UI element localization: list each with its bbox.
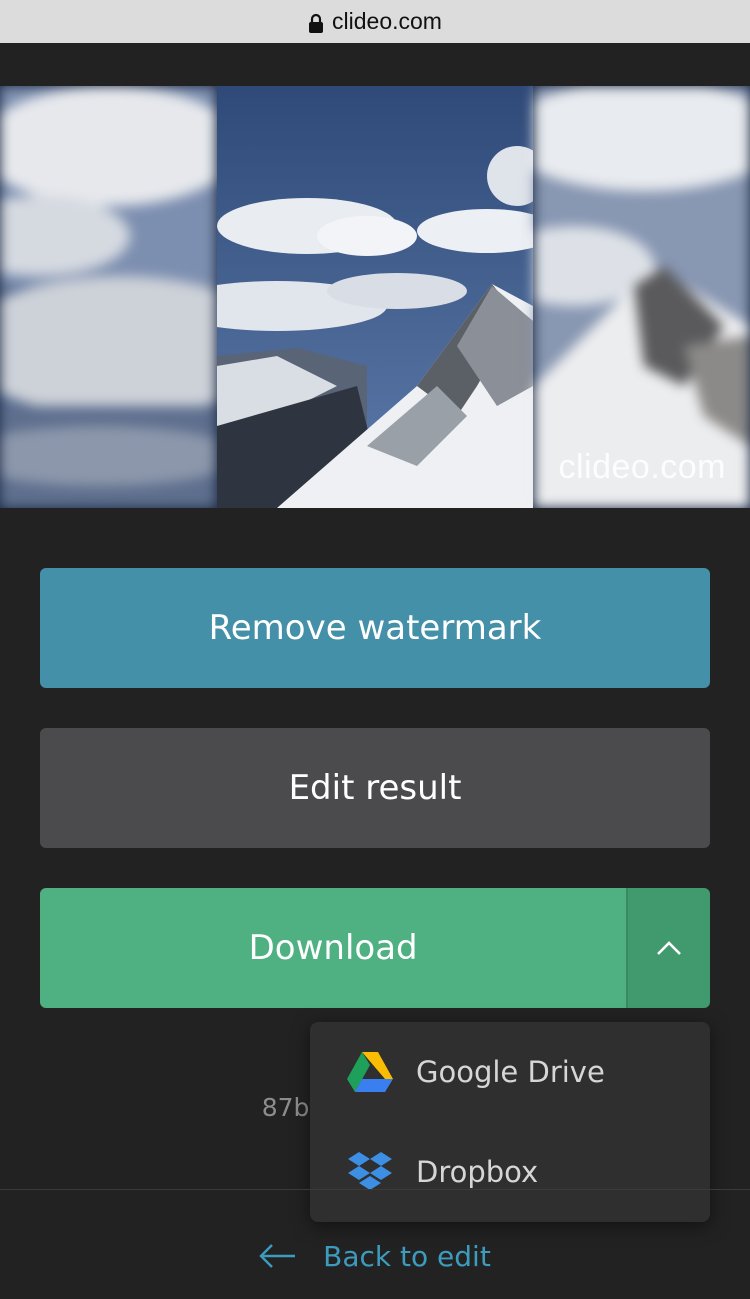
browser-address-bar[interactable]: clideo.com <box>0 0 750 43</box>
google-drive-icon <box>346 1048 394 1096</box>
preview-blur-right <box>534 86 750 508</box>
google-drive-option[interactable]: Google Drive <box>310 1022 710 1122</box>
back-to-edit-label: Back to edit <box>323 1239 491 1273</box>
dropbox-label: Dropbox <box>416 1155 539 1189</box>
url-text: clideo.com <box>332 8 442 34</box>
preview-main-frame <box>217 86 533 508</box>
edit-result-button[interactable]: Edit result <box>40 728 710 848</box>
preview-blur-left <box>0 86 216 508</box>
download-options-toggle[interactable] <box>626 888 710 1008</box>
download-button[interactable]: Download <box>40 888 627 1008</box>
video-preview: clideo.com <box>0 86 750 508</box>
download-button-group: Download <box>40 888 710 1008</box>
watermark-text: clideo.com <box>558 448 726 486</box>
download-dropdown-menu: Google Drive Dropbox <box>310 1022 710 1222</box>
arrow-left-icon <box>259 1244 296 1268</box>
back-to-edit-link[interactable]: Back to edit <box>0 1226 750 1286</box>
footer-divider <box>0 1189 750 1190</box>
remove-watermark-button[interactable]: Remove watermark <box>40 568 710 688</box>
google-drive-label: Google Drive <box>416 1055 605 1089</box>
lock-icon <box>308 12 324 33</box>
dropbox-option[interactable]: Dropbox <box>310 1122 710 1222</box>
chevron-up-icon <box>657 941 682 955</box>
